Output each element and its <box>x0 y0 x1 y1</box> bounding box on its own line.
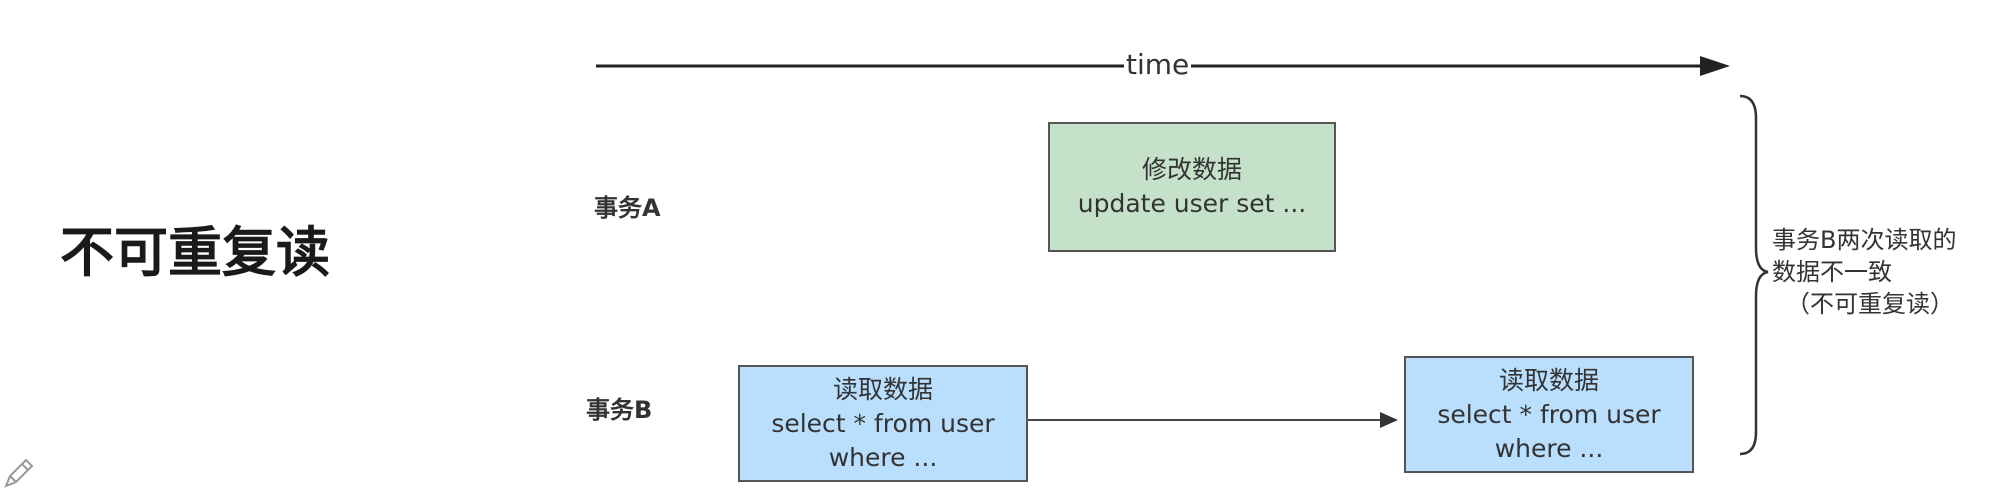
row-label-transaction-a: 事务A <box>594 194 661 222</box>
box-sql: select * from user <box>1437 399 1661 429</box>
pencil-icon[interactable] <box>0 452 40 492</box>
box-title: 读取数据 <box>1498 365 1599 395</box>
box-sql-where: where ... <box>828 442 938 472</box>
box-sql: update user set ... <box>1077 189 1307 218</box>
row-label-transaction-b: 事务B <box>586 396 653 424</box>
box-title: 修改数据 <box>1141 155 1242 184</box>
transaction-b-second-read-box: 读取数据 select * from user where ... <box>1404 356 1694 473</box>
transaction-b-first-read-box: 读取数据 select * from user where ... <box>738 365 1028 482</box>
page-title: 不可重复读 <box>60 221 330 284</box>
right-brace <box>1739 94 1769 456</box>
note-line-1: 事务B两次读取的 <box>1772 226 1957 254</box>
note-line-3: （不可重复读） <box>1786 290 1954 318</box>
box-sql: select * from user <box>771 408 995 438</box>
note-line-2: 数据不一致 <box>1772 258 1892 286</box>
read-connector-arrow <box>1024 412 1398 428</box>
box-title: 读取数据 <box>832 374 933 404</box>
inconsistency-note: 事务B两次读取的 数据不一致 （不可重复读） <box>1772 224 1956 320</box>
transaction-a-update-box: 修改数据 update user set ... <box>1048 122 1336 252</box>
box-sql-where: where ... <box>1494 433 1604 463</box>
timeline-label: time <box>1124 48 1192 81</box>
